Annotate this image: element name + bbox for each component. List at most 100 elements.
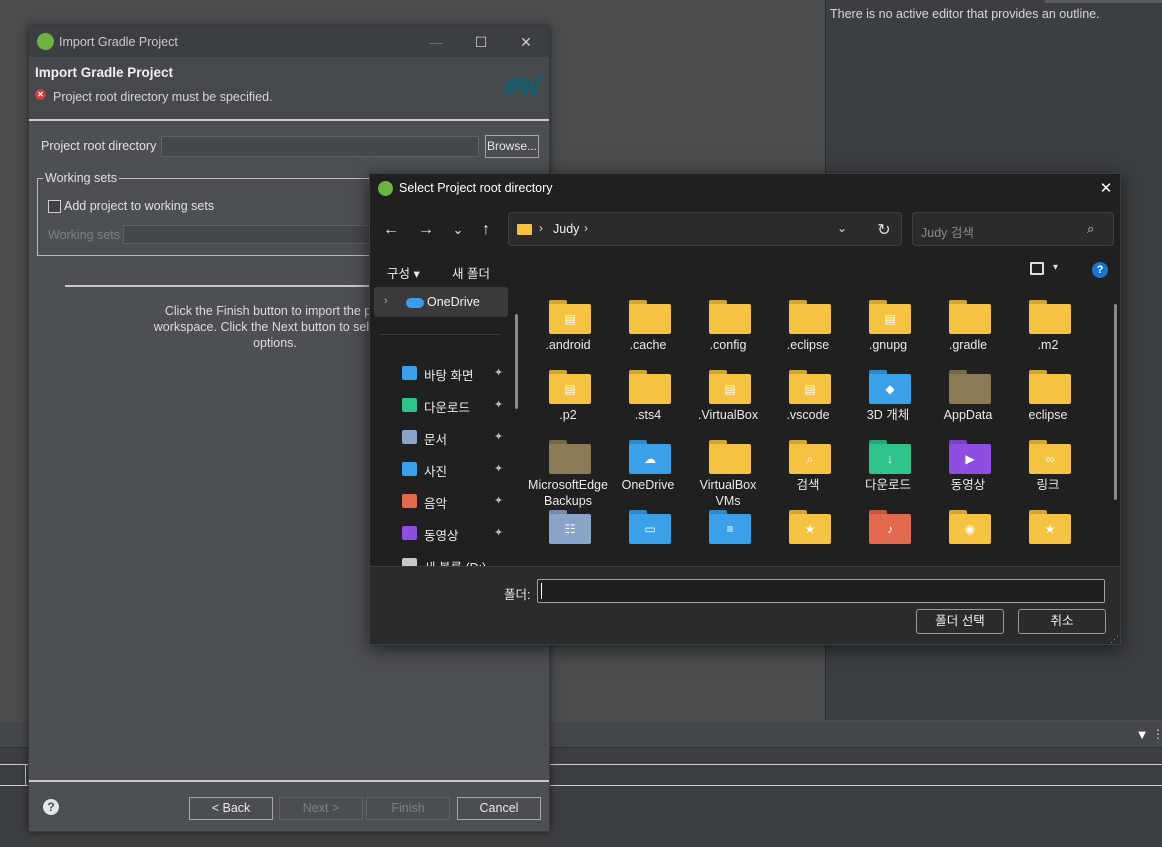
minimize-button[interactable]: —: [423, 31, 449, 53]
folder-item[interactable]: MicrosoftEdgeBackups: [528, 434, 608, 508]
folder-item[interactable]: .sts4: [608, 364, 688, 434]
3d-icon: ◆: [885, 382, 895, 396]
pictures-icon: [402, 462, 417, 476]
search-input[interactable]: Judy 검색 ⌕: [912, 212, 1114, 246]
nav-item[interactable]: 바탕 화면 ✦: [402, 364, 512, 384]
nav-item-label: 다운로드: [424, 401, 471, 415]
nav-item[interactable]: 다운로드 ✦: [402, 396, 512, 416]
nav-item[interactable]: 동영상 ✦: [402, 524, 512, 544]
recent-locations-icon[interactable]: ⌄: [446, 218, 470, 242]
close-button[interactable]: ✕: [513, 31, 539, 53]
folder-field-label: 폴더:: [504, 588, 531, 602]
pin-icon[interactable]: ✦: [494, 526, 503, 539]
breadcrumb-separator[interactable]: ›: [584, 221, 588, 235]
folder-icon: [789, 300, 831, 334]
pin-icon[interactable]: ✦: [494, 398, 503, 411]
organize-menu[interactable]: 구성 ▾: [387, 263, 420, 282]
folder-item[interactable]: ∞ 링크: [1008, 434, 1088, 504]
pin-icon[interactable]: ✦: [494, 462, 503, 475]
folder-item[interactable]: ▤ .vscode: [768, 364, 848, 434]
working-sets-label: Working sets: [48, 228, 121, 242]
add-to-working-sets-checkbox[interactable]: [48, 200, 61, 213]
chevron-down-icon[interactable]: ⌄: [837, 221, 847, 235]
folder-icon: [949, 300, 991, 334]
folder-icon: ▤: [709, 370, 751, 404]
folder-item[interactable]: .gradle: [928, 294, 1008, 364]
document-icon: [402, 430, 417, 444]
help-icon[interactable]: ?: [43, 799, 59, 815]
folder-item[interactable]: ▶ 동영상: [928, 434, 1008, 504]
working-sets-combo: [123, 225, 381, 244]
view-menu-icon[interactable]: ⋮: [1152, 727, 1162, 743]
doc-icon: ▤: [884, 312, 896, 326]
refresh-icon[interactable]: ↻: [874, 220, 894, 240]
folder-item[interactable]: ☁ OneDrive: [608, 434, 688, 504]
close-button[interactable]: ✕: [1094, 178, 1118, 200]
root-directory-input[interactable]: [161, 136, 479, 157]
folder-item[interactable]: VirtualBox VMs: [688, 434, 768, 508]
folder-item[interactable]: eclipse: [1008, 364, 1088, 434]
folder-item[interactable]: ◉: [928, 504, 1008, 566]
pin-icon[interactable]: ✦: [494, 366, 503, 379]
nav-scrollbar[interactable]: [515, 314, 518, 409]
folder-item[interactable]: ▤ .gnupg: [848, 294, 928, 364]
nav-item-label: 문서: [424, 433, 448, 447]
folder-item[interactable]: ▤ .p2: [528, 364, 608, 434]
folder-label: .sts4: [634, 408, 662, 422]
nav-item[interactable]: 문서 ✦: [402, 428, 512, 448]
folder-item[interactable]: .m2: [1008, 294, 1088, 364]
maximize-button[interactable]: ☐: [468, 31, 494, 53]
folder-item[interactable]: ☷: [528, 504, 608, 566]
folder-item[interactable]: ⌕ 검색: [768, 434, 848, 504]
view-options-icon[interactable]: [1030, 262, 1044, 275]
folder-icon: [549, 440, 591, 474]
content-scrollbar[interactable]: [1114, 304, 1117, 500]
browse-button[interactable]: Browse...: [485, 135, 539, 158]
chevron-down-icon[interactable]: ▾: [1053, 262, 1058, 273]
folder-item[interactable]: .eclipse: [768, 294, 848, 364]
chevron-right-icon[interactable]: ›: [384, 295, 388, 307]
up-arrow-icon[interactable]: ↑: [474, 218, 498, 242]
resize-grip-icon[interactable]: ⋰: [1110, 634, 1119, 645]
address-bar[interactable]: › Judy › ⌄: [508, 212, 902, 246]
folder-item[interactable]: ★: [1008, 504, 1088, 566]
filter-icon[interactable]: ▼: [1134, 727, 1150, 743]
breadcrumb-judy[interactable]: Judy: [553, 222, 579, 236]
folder-item[interactable]: ▤ .VirtualBox: [688, 364, 768, 434]
folder-name-input[interactable]: [537, 579, 1105, 603]
folder-icon: ★: [1029, 510, 1071, 544]
folder-item[interactable]: ▭: [608, 504, 688, 566]
cloud-icon: ☁: [644, 452, 656, 466]
back-arrow-icon[interactable]: ←: [379, 218, 403, 242]
contacts-icon: ☷: [564, 522, 576, 536]
new-folder-button[interactable]: 새 폴더: [452, 263, 490, 282]
folder-item[interactable]: ◆ 3D 개체: [848, 364, 928, 434]
folder-item[interactable]: ≡: [688, 504, 768, 566]
nav-item[interactable]: 사진 ✦: [402, 460, 512, 480]
cancel-button[interactable]: 취소: [1018, 609, 1106, 634]
folder-icon: ▤: [869, 300, 911, 334]
forward-arrow-icon[interactable]: →: [414, 218, 438, 242]
folder-item[interactable]: AppData: [928, 364, 1008, 434]
help-icon[interactable]: ?: [1092, 262, 1108, 278]
nav-item[interactable]: 새 볼륨 (D:): [402, 556, 512, 566]
folder-icon: [949, 370, 991, 404]
nav-item[interactable]: 음악 ✦: [402, 492, 512, 512]
cancel-button[interactable]: Cancel: [457, 797, 541, 820]
back-button[interactable]: < Back: [189, 797, 273, 820]
pin-icon[interactable]: ✦: [494, 430, 503, 443]
pin-icon[interactable]: ✦: [494, 494, 503, 507]
music-icon: [402, 494, 417, 508]
nav-item-label: 바탕 화면: [424, 369, 474, 383]
folder-item[interactable]: ♪: [848, 504, 928, 566]
folder-item[interactable]: ▤ .android: [528, 294, 608, 364]
folder-item[interactable]: .cache: [608, 294, 688, 364]
search-icon[interactable]: ⌕: [1087, 221, 1094, 237]
folder-item[interactable]: ↓ 다운로드: [848, 434, 928, 504]
nav-item-onedrive[interactable]: › OneDrive: [374, 287, 508, 317]
add-to-working-sets-label[interactable]: Add project to working sets: [64, 199, 214, 213]
folder-item[interactable]: ★: [768, 504, 848, 566]
breadcrumb-separator[interactable]: ›: [539, 221, 543, 235]
folder-item[interactable]: .config: [688, 294, 768, 364]
select-folder-button[interactable]: 폴더 선택: [916, 609, 1004, 634]
